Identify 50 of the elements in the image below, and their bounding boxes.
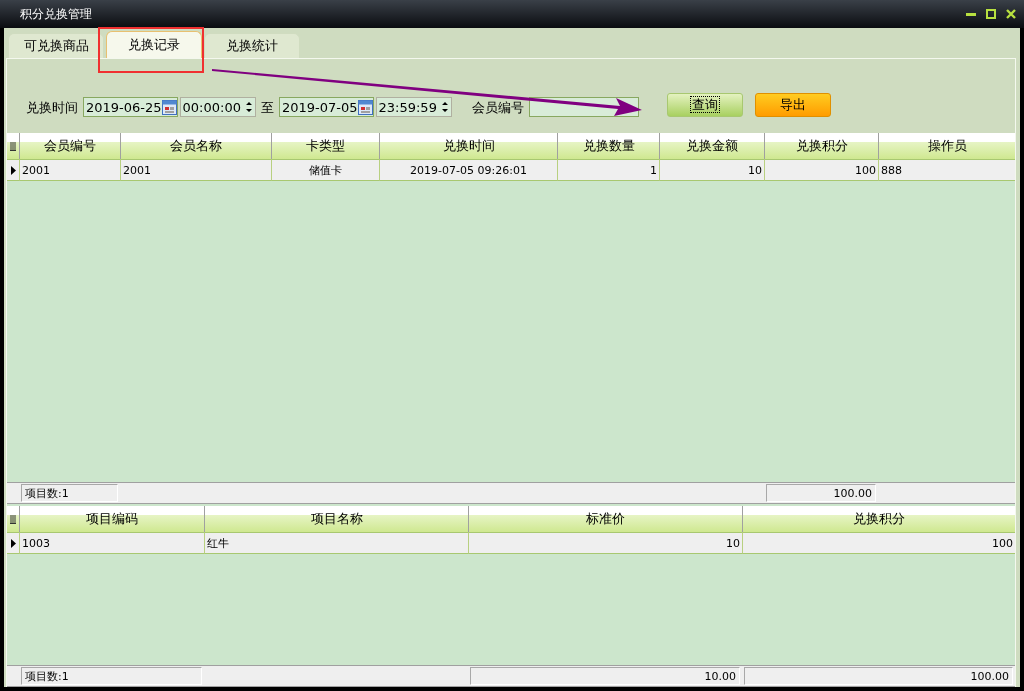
calendar-icon[interactable] <box>357 99 373 115</box>
export-button[interactable]: 导出 <box>754 93 831 117</box>
table-cell: 10 <box>468 532 742 554</box>
column-header[interactable]: 标准价 <box>468 506 742 532</box>
maximize-icon[interactable] <box>986 9 996 19</box>
table-cell: 1003 <box>19 532 204 554</box>
table-cell: 2001 <box>19 159 120 181</box>
item-count: 项目数:1 <box>21 484 118 502</box>
column-header[interactable]: 会员名称 <box>120 133 271 159</box>
field-label: 会员编号 <box>471 99 524 117</box>
column-total: 10.00 <box>470 667 740 685</box>
table-cell: 2019-07-05 09:26:01 <box>379 159 557 181</box>
column-header[interactable]: 兑换数量 <box>557 133 659 159</box>
spinner-arrows-icon[interactable] <box>244 100 253 114</box>
column-header[interactable]: 兑换金额 <box>659 133 764 159</box>
column-header[interactable]: 卡类型 <box>271 133 379 159</box>
table-cell: 储值卡 <box>271 159 379 181</box>
row-list-icon <box>10 141 16 151</box>
column-total: 100.00 <box>766 484 876 502</box>
table-cell: 1 <box>557 159 659 181</box>
tab[interactable]: 兑换记录 <box>106 31 202 58</box>
table-cell: 10 <box>659 159 764 181</box>
column-header[interactable]: 项目编码 <box>19 506 204 532</box>
calendar-icon[interactable] <box>161 99 177 115</box>
field-label: 兑换时间 <box>26 99 78 117</box>
column-header[interactable]: 兑换时间 <box>379 133 557 159</box>
close-icon[interactable] <box>1006 9 1016 19</box>
time-field[interactable]: 00:00:00 <box>179 97 256 117</box>
table-cell: 红牛 <box>204 532 468 554</box>
tab[interactable]: 兑换统计 <box>204 33 300 58</box>
column-header[interactable]: 会员编号 <box>19 133 120 159</box>
table-cell: 888 <box>878 159 1015 181</box>
column-total: 100.00 <box>744 667 1013 685</box>
column-header[interactable]: 兑换积分 <box>764 133 878 159</box>
table-cell: 2001 <box>120 159 271 181</box>
tab[interactable]: 可兑换商品 <box>8 33 104 58</box>
row-list-icon <box>10 514 16 524</box>
query-button[interactable]: 查询 <box>666 93 743 117</box>
column-header[interactable]: 操作员 <box>878 133 1015 159</box>
table-cell: 100 <box>742 532 1015 554</box>
spinner-arrows-icon[interactable] <box>440 100 449 114</box>
table-cell: 100 <box>764 159 878 181</box>
column-header[interactable]: 项目名称 <box>204 506 468 532</box>
window-title: 积分兑换管理 <box>20 5 92 23</box>
date-field[interactable]: 2019-07-05 <box>278 97 374 117</box>
column-header[interactable]: 兑换积分 <box>742 506 1015 532</box>
range-separator: 至 <box>260 99 274 117</box>
item-count: 项目数:1 <box>21 667 202 685</box>
time-field[interactable]: 23:59:59 <box>375 97 452 117</box>
date-field[interactable]: 2019-06-25 <box>83 97 178 117</box>
